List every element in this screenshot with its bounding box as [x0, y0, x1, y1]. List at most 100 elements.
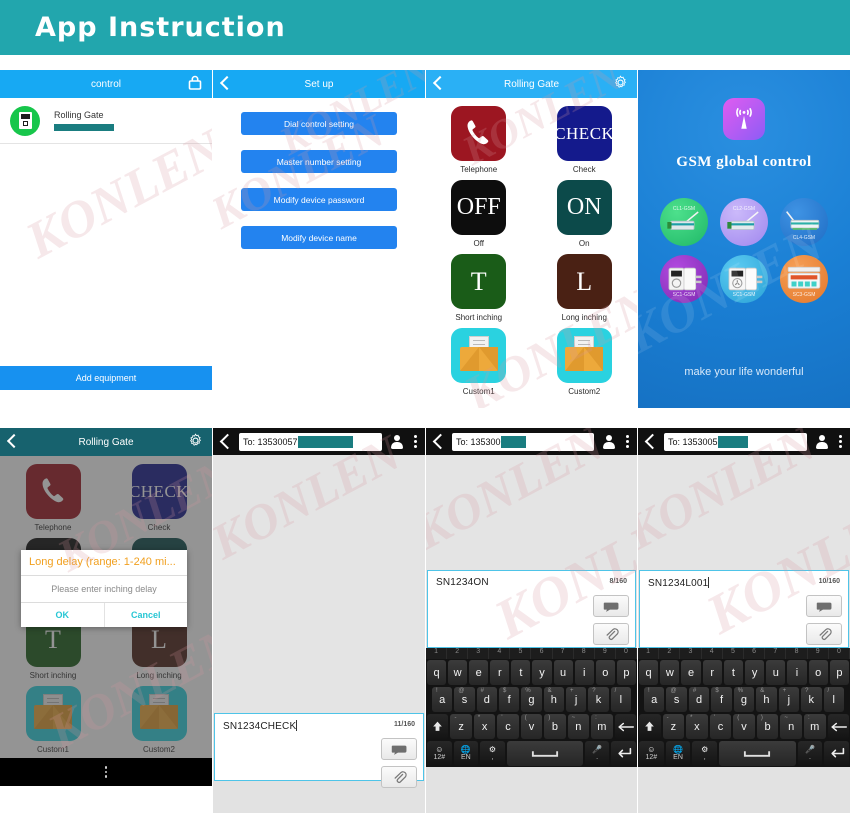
- contact-icon[interactable]: [390, 434, 404, 449]
- product-sc3-gsm[interactable]: SC3-GSM: [780, 255, 828, 303]
- key-n[interactable]: ~ n: [567, 714, 590, 739]
- key-n[interactable]: ~ n: [780, 714, 802, 739]
- key-g[interactable]: % g: [521, 687, 542, 712]
- key-e[interactable]: e: [681, 660, 701, 685]
- add-equipment-button[interactable]: Add equipment: [0, 366, 212, 390]
- key-m[interactable]: :m: [591, 714, 613, 739]
- chevron-left-icon[interactable]: [219, 75, 235, 91]
- key-z[interactable]: -z: [662, 714, 685, 739]
- num-key[interactable]: 6: [744, 648, 766, 659]
- key-j[interactable]: + j: [565, 687, 587, 712]
- num-key[interactable]: 2: [447, 648, 469, 659]
- key-b[interactable]: ) b: [544, 714, 566, 739]
- overflow-menu-icon[interactable]: [626, 435, 629, 448]
- key-p[interactable]: p: [829, 660, 850, 685]
- key-v[interactable]: (v: [520, 714, 543, 739]
- language-key[interactable]: 🌐 EN: [665, 741, 691, 766]
- space-bar-icon[interactable]: [506, 741, 583, 766]
- num-key[interactable]: 5: [510, 648, 532, 659]
- backspace-icon[interactable]: [827, 714, 850, 739]
- key-k[interactable]: ? k: [588, 687, 609, 712]
- shift-up-icon[interactable]: [427, 714, 449, 739]
- product-sc1-gsm-b[interactable]: SC1-GSM: [720, 255, 768, 303]
- settings-key[interactable]: ⚙ ,: [692, 741, 718, 766]
- num-key[interactable]: 5: [723, 648, 745, 659]
- key-m[interactable]: :m: [803, 714, 826, 739]
- master-number-setting-button[interactable]: Master number setting: [241, 150, 397, 173]
- sms-recipient-field[interactable]: To: 13530057: [239, 432, 382, 451]
- key-w[interactable]: w: [660, 660, 680, 685]
- num-key[interactable]: 8: [574, 648, 595, 659]
- key-l[interactable]: / l: [823, 687, 844, 712]
- overflow-menu-icon[interactable]: [839, 435, 842, 448]
- chevron-left-icon[interactable]: [6, 433, 22, 449]
- product-sc1-gsm-a[interactable]: SC1-GSM: [660, 255, 708, 303]
- send-icon[interactable]: [381, 738, 417, 760]
- send-icon[interactable]: [806, 595, 842, 617]
- num-key[interactable]: 4: [489, 648, 511, 659]
- device-list-item[interactable]: Rolling Gate: [0, 98, 212, 144]
- key-q[interactable]: q: [639, 660, 659, 685]
- product-cl2-gsm[interactable]: CL2-GSM: [720, 198, 768, 246]
- tile-short-inching[interactable]: T Short inching: [426, 254, 532, 322]
- mic-key[interactable]: 🎤 .: [797, 741, 823, 766]
- key-q[interactable]: q: [427, 660, 447, 685]
- key-d[interactable]: # d: [476, 687, 497, 712]
- num-key[interactable]: 0: [616, 648, 637, 659]
- key-u[interactable]: u: [766, 660, 786, 685]
- backspace-icon[interactable]: [614, 714, 636, 739]
- product-cl4-gsm[interactable]: CL4-GSM: [780, 198, 828, 246]
- num-key[interactable]: 1: [638, 648, 660, 659]
- paperclip-icon[interactable]: [381, 766, 417, 788]
- sms-recipient-field[interactable]: To: 1353005: [664, 432, 807, 451]
- product-cl1-gsm[interactable]: CL1-GSM: [660, 198, 708, 246]
- key-l[interactable]: / l: [610, 687, 631, 712]
- key-p[interactable]: p: [616, 660, 636, 685]
- enter-icon[interactable]: [611, 741, 636, 766]
- sms-compose-box[interactable]: SN1234L001 10/160: [639, 570, 849, 648]
- chevron-left-icon[interactable]: [219, 433, 236, 450]
- dial-control-setting-button[interactable]: Dial control setting: [241, 112, 397, 135]
- key-a[interactable]: ! a: [432, 687, 453, 712]
- chevron-left-icon[interactable]: [432, 433, 449, 450]
- key-f[interactable]: $ f: [498, 687, 520, 712]
- dialog-cancel-button[interactable]: Cancel: [105, 603, 188, 627]
- send-icon[interactable]: [593, 595, 629, 617]
- key-c[interactable]: ' c: [709, 714, 732, 739]
- key-d[interactable]: # d: [688, 687, 710, 712]
- tile-telephone[interactable]: Telephone: [426, 106, 532, 174]
- sms-compose-box[interactable]: SN1234CHECK 11/160: [214, 713, 424, 788]
- tile-on[interactable]: ON On: [532, 180, 638, 248]
- key-j[interactable]: + j: [778, 687, 800, 712]
- num-key[interactable]: 3: [468, 648, 490, 659]
- key-h[interactable]: & h: [756, 687, 777, 712]
- num-key[interactable]: 4: [702, 648, 723, 659]
- num-key[interactable]: 7: [553, 648, 574, 659]
- key-k[interactable]: ? k: [801, 687, 822, 712]
- num-key[interactable]: 7: [765, 648, 787, 659]
- tile-check[interactable]: CHECK Check: [532, 106, 638, 174]
- tile-custom1[interactable]: Custom1: [426, 328, 532, 396]
- mic-key[interactable]: 🎤 .: [584, 741, 610, 766]
- key-z[interactable]: -z: [450, 714, 472, 739]
- lock-icon[interactable]: [187, 75, 203, 93]
- symbols-key[interactable]: ☺ 12#: [639, 741, 664, 766]
- key-u[interactable]: u: [553, 660, 573, 685]
- tile-long-inching[interactable]: L Long inching: [532, 254, 638, 322]
- key-e[interactable]: e: [469, 660, 489, 685]
- key-v[interactable]: (v: [733, 714, 755, 739]
- language-key[interactable]: 🌐 EN: [453, 741, 479, 766]
- dialog-ok-button[interactable]: OK: [21, 603, 105, 627]
- key-b[interactable]: ) b: [756, 714, 779, 739]
- num-key[interactable]: 6: [531, 648, 553, 659]
- key-i[interactable]: i: [574, 660, 594, 685]
- symbols-key[interactable]: ☺ 12#: [427, 741, 452, 766]
- key-o[interactable]: o: [595, 660, 615, 685]
- num-key[interactable]: 9: [808, 648, 829, 659]
- key-x[interactable]: * x: [686, 714, 708, 739]
- tile-off[interactable]: OFF Off: [426, 180, 532, 248]
- contact-icon[interactable]: [815, 434, 829, 449]
- key-y[interactable]: y: [745, 660, 765, 685]
- key-r[interactable]: r: [702, 660, 722, 685]
- num-key[interactable]: 9: [595, 648, 616, 659]
